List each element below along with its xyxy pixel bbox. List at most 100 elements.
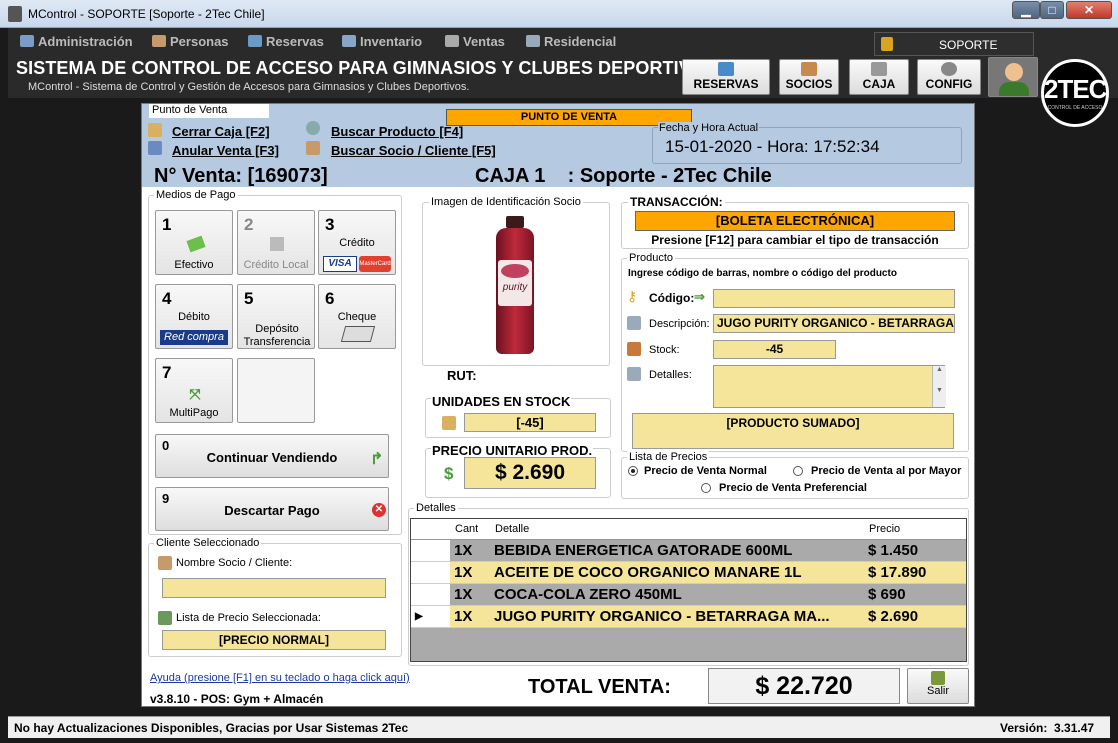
- pago-deposito-button[interactable]: 5 Depósito Transferencia: [237, 284, 315, 349]
- radio-precio-mayor[interactable]: [793, 466, 803, 476]
- lock-icon: [881, 37, 893, 51]
- company-logo: 2TEC CONTROL DE ACCESO: [1041, 59, 1109, 127]
- col-detalle: Detalle: [490, 519, 864, 540]
- continuar-vendiendo-button[interactable]: 0 Continuar Vendiendo ↱: [155, 434, 389, 478]
- tab-punto-de-venta[interactable]: Punto de Venta: [149, 104, 269, 118]
- cash-register-icon: [148, 123, 162, 137]
- building-icon: [526, 35, 540, 47]
- app-icon: [8, 6, 22, 22]
- calendar-icon: [718, 62, 734, 76]
- detalles-scrollbar[interactable]: ▲ ▼: [932, 366, 946, 407]
- pago-multipago-button[interactable]: 7 ⤧ MultiPago: [155, 358, 233, 423]
- anular-venta-link[interactable]: Anular Venta [F3]: [172, 143, 279, 158]
- nombre-cliente-field[interactable]: [162, 578, 386, 598]
- precio-unitario-value: $ 2.690: [464, 457, 596, 489]
- punto-de-venta-banner: PUNTO DE VENTA: [446, 109, 692, 126]
- gear-icon: [941, 62, 957, 76]
- status-message: No hay Actualizaciones Disponibles, Grac…: [14, 721, 409, 735]
- numero-venta: N° Venta: [169073]: [154, 165, 328, 187]
- buscar-producto-link[interactable]: Buscar Producto [F4]: [331, 124, 463, 139]
- stock-icon: [442, 416, 456, 430]
- avatar[interactable]: [988, 57, 1038, 97]
- stock-icon: [627, 342, 641, 356]
- reservas-button[interactable]: RESERVAS: [682, 59, 770, 95]
- version-pos: v3.8.10 - POS: Gym + Almacén: [150, 692, 324, 706]
- pos-panel: Punto de Venta PUNTO DE VENTA Cerrar Caj…: [141, 103, 975, 707]
- detalles-grid: Cant Detalle Precio 1X BEBIDA ENERGETICA…: [410, 518, 967, 662]
- search-icon: [306, 121, 320, 135]
- pago-credito-button[interactable]: 3 Crédito VISA MasterCard: [318, 210, 396, 275]
- product-image: purity: [492, 216, 538, 356]
- fecha-hora-box: Fecha y Hora Actual 15-01-2020 - Hora: 1…: [652, 122, 962, 164]
- mastercard-icon: MasterCard: [359, 256, 391, 272]
- total-venta-label: TOTAL VENTA:: [528, 676, 671, 698]
- rut-label: RUT:: [447, 368, 477, 383]
- row-selector-icon: ▶: [411, 605, 450, 628]
- menu-administracion[interactable]: Administración: [20, 34, 133, 49]
- unidades-stock-label: UNIDADES EN STOCK: [431, 394, 572, 409]
- col-cant: Cant: [450, 519, 490, 540]
- cart-icon: [445, 35, 459, 47]
- ayuda-link[interactable]: Ayuda (presione [F1] en su teclado o hag…: [150, 672, 410, 684]
- table-row[interactable]: 1X ACEITE DE COCO ORGANICO MANARE 1L $ 1…: [411, 561, 966, 584]
- caja-button[interactable]: CAJA: [849, 59, 909, 95]
- minimize-button[interactable]: ▁: [1012, 1, 1040, 19]
- cancel-sale-icon: [148, 141, 162, 155]
- close-icon: ✕: [372, 503, 386, 517]
- config-button[interactable]: CONFIG: [917, 59, 981, 95]
- pos-top-band: Punto de Venta PUNTO DE VENTA Cerrar Caj…: [142, 104, 974, 187]
- total-venta-value: $ 22.720: [708, 668, 900, 704]
- menu-personas[interactable]: Personas: [152, 34, 229, 49]
- key-icon: ⚷: [627, 288, 638, 304]
- table-row[interactable]: ▶ 1X JUGO PURITY ORGANICO - BETARRAGA MA…: [411, 605, 966, 628]
- menu-inventario[interactable]: Inventario: [342, 34, 422, 49]
- detalles-table: Cant Detalle Precio 1X BEBIDA ENERGETICA…: [411, 519, 966, 628]
- transaccion-label: TRANSACCIÓN:: [628, 195, 725, 209]
- descartar-pago-button[interactable]: 9 Descartar Pago ✕: [155, 487, 389, 531]
- caja-info: CAJA 1 : Soporte - 2Tec Chile: [475, 165, 772, 187]
- app-version: Versión: 3.31.47: [1000, 721, 1095, 735]
- product-brand: purity: [502, 282, 528, 293]
- radio-precio-preferencial[interactable]: [701, 483, 711, 493]
- person-icon: [152, 35, 166, 47]
- table-row[interactable]: 1X COCA-COLA ZERO 450ML $ 690: [411, 583, 966, 606]
- window-title-bar: MControl - SOPORTE [Soporte - 2Tec Chile…: [0, 0, 1118, 28]
- detalles-field[interactable]: [713, 365, 945, 408]
- app-title: SISTEMA DE CONTROL DE ACCESO PARA GIMNAS…: [16, 58, 705, 78]
- pago-efectivo-button[interactable]: 1 Efectivo: [155, 210, 233, 275]
- redcompra-icon: Red compra: [160, 330, 228, 345]
- users-icon: [801, 62, 817, 76]
- users-icon: [20, 35, 34, 47]
- maximize-button[interactable]: □: [1040, 1, 1064, 19]
- menu-reservas[interactable]: Reservas: [248, 34, 324, 49]
- radio-precio-normal[interactable]: [628, 466, 638, 476]
- app-subtitle: MControl - Sistema de Control y Gestión …: [28, 81, 470, 93]
- arrow-right-icon: ⇒: [694, 289, 705, 304]
- cerrar-caja-link[interactable]: Cerrar Caja [F2]: [172, 124, 270, 139]
- transaccion-value[interactable]: [BOLETA ELECTRÓNICA]: [635, 211, 955, 231]
- menu-residencial[interactable]: Residencial: [526, 34, 616, 49]
- user-avatar-icon: [1005, 63, 1023, 81]
- close-button[interactable]: ✕: [1066, 1, 1112, 19]
- status-bar: No hay Actualizaciones Disponibles, Grac…: [8, 716, 1110, 738]
- descripcion-field[interactable]: JUGO PURITY ORGANICO - BETARRAGA: [713, 314, 955, 333]
- exit-icon: [931, 671, 945, 685]
- codigo-input[interactable]: [713, 289, 955, 308]
- col-precio: Precio: [864, 519, 966, 540]
- menu-ventas[interactable]: Ventas: [445, 34, 505, 49]
- details-icon: [627, 367, 641, 381]
- multipago-icon: ⤧: [189, 386, 201, 402]
- description-icon: [627, 316, 641, 330]
- table-row[interactable]: 1X BEBIDA ENERGETICA GATORADE 600ML $ 1.…: [411, 539, 966, 562]
- pago-debito-button[interactable]: 4 Débito Red compra: [155, 284, 233, 349]
- pago-credito-local-button[interactable]: 2 Crédito Local: [237, 210, 315, 275]
- buscar-socio-link[interactable]: Buscar Socio / Cliente [F5]: [331, 143, 496, 158]
- salir-button[interactable]: Salir: [907, 668, 969, 704]
- pago-cheque-button[interactable]: 6 Cheque: [318, 284, 396, 349]
- window-title: MControl - SOPORTE [Soporte - 2Tec Chile…: [28, 7, 265, 21]
- person-search-icon: [306, 141, 320, 155]
- socios-button[interactable]: SOCIOS: [779, 59, 839, 95]
- lista-precio-value: [PRECIO NORMAL]: [162, 630, 386, 650]
- transaccion-hint: Presione [F12] para cambiar el tipo de t…: [651, 233, 939, 247]
- cheque-icon: [340, 326, 376, 342]
